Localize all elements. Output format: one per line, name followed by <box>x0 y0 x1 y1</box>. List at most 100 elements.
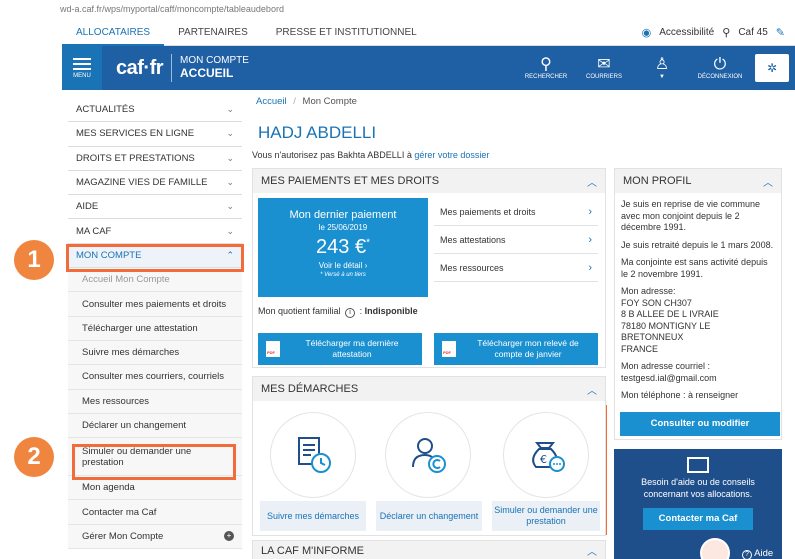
sidebar-item-magazine[interactable]: MAGAZINE VIES DE FAMILLE ⌄ <box>68 171 242 196</box>
email-label: Mon adresse courriel : <box>621 361 711 372</box>
accueil-label: ACCUEIL <box>180 65 234 80</box>
info-icon[interactable]: i <box>345 308 356 318</box>
breadcrumb-home[interactable]: Accueil <box>256 96 287 107</box>
republique-francaise-logo: ✲ <box>755 54 789 82</box>
link-label: Mes ressources <box>440 262 504 273</box>
sidebar-item-aide[interactable]: AIDE ⌄ <box>68 195 242 220</box>
chevron-up-icon: ︿ <box>587 547 597 558</box>
subitem-contacter[interactable]: Contacter ma Caf <box>68 500 242 525</box>
step-badge-1: 1 <box>14 240 54 280</box>
suivre-demarches-circle[interactable] <box>270 412 356 498</box>
accessibility-link[interactable]: Accessibilité <box>659 27 714 38</box>
paiements-title: MES PAIEMENTS ET MES DROITS <box>261 175 440 187</box>
simuler-prestation-circle[interactable]: € <box>503 412 589 498</box>
chevron-right-icon: › <box>588 205 592 218</box>
chevron-down-icon: ⌄ <box>226 177 234 188</box>
chevron-down-icon: ⌄ <box>226 152 234 163</box>
logout-button[interactable]: ⏻ DÉCONNEXION <box>691 46 749 90</box>
delegation-notice: Vous n'autorisez pas Bakhta ABDELLI à gé… <box>252 150 489 160</box>
chevron-down-icon: ⌄ <box>226 201 234 212</box>
subitem-demarches[interactable]: Suivre mes démarches <box>68 340 242 366</box>
subitem-attestation[interactable]: Télécharger une attestation <box>68 316 242 341</box>
last-payment-date: le 25/06/2019 <box>318 223 368 232</box>
payment-detail-label: Voir le détail <box>318 261 363 270</box>
logout-label: DÉCONNEXION <box>697 74 743 80</box>
header-icons: ⚲ RECHERCHER ✉ COURRIERS ♙ ▼ ⏻ DÉCONNEXI… <box>517 46 795 90</box>
simuler-prestation-label[interactable]: Simuler ou demander une prestation <box>492 501 600 531</box>
plus-circle-icon: + <box>224 531 234 542</box>
link-ressources[interactable]: Mes ressources › <box>434 254 598 282</box>
tab-presse[interactable]: PRESSE ET INSTITUTIONNEL <box>262 20 431 46</box>
sidebar-item-droits[interactable]: DROITS ET PRESTATIONS ⌄ <box>68 147 242 171</box>
sidebar-item-ma-caf[interactable]: MA CAF ⌄ <box>68 219 242 244</box>
address-label: Mon adresse: <box>621 286 676 297</box>
profil-title: MON PROFIL <box>623 175 692 187</box>
paiements-card-header[interactable]: MES PAIEMENTS ET MES DROITS ︿ <box>253 169 605 193</box>
address-line: FRANCE <box>621 343 659 354</box>
chat-bubble-icon <box>687 457 709 473</box>
aide-box: Besoin d'aide ou de conseils concernant … <box>614 449 782 559</box>
sidebar-item-label: ACTUALITÉS <box>76 104 135 116</box>
search-button[interactable]: ⚲ RECHERCHER <box>517 46 575 90</box>
pdf-icon <box>266 341 280 357</box>
pencil-icon[interactable]: ✎ <box>776 26 785 39</box>
subitem-ressources[interactable]: Mes ressources <box>68 389 242 414</box>
tab-allocataires[interactable]: ALLOCATAIRES <box>62 20 165 46</box>
menu-button[interactable]: MENU <box>62 46 102 90</box>
sidebar-item-label: DROITS ET PRESTATIONS <box>76 152 195 164</box>
aide-link-label: Aide <box>754 548 774 559</box>
profil-card-header[interactable]: MON PROFIL ︿ <box>615 169 781 193</box>
chevron-down-icon: ⌄ <box>226 104 234 115</box>
mail-icon: ✉ <box>597 56 611 73</box>
mail-button[interactable]: ✉ COURRIERS <box>575 46 633 90</box>
download-attestation-button[interactable]: Télécharger ma dernière attestation <box>258 333 422 365</box>
breadcrumb-separator: / <box>293 96 296 107</box>
payment-detail-link[interactable]: Voir le détail › <box>258 261 428 270</box>
sidebar-item-services[interactable]: MES SERVICES EN LIGNE ⌄ <box>68 122 242 147</box>
sidebar-item-label: MA CAF <box>76 225 112 237</box>
profil-body: Je suis en reprise de vie commune avec m… <box>615 193 781 414</box>
informe-card-header[interactable]: LA CAF M'INFORME ︿ <box>253 541 605 559</box>
link-attestations[interactable]: Mes attestations › <box>434 226 598 254</box>
profil-line: Ma conjointe est sans activité depuis le… <box>621 257 768 279</box>
sidebar-item-label: MES SERVICES EN LIGNE <box>76 128 195 140</box>
suivre-demarches-label[interactable]: Suivre mes démarches <box>260 501 366 531</box>
email-value: testgesd.ial@gmail.com <box>621 372 717 383</box>
download-releve-button[interactable]: Télécharger mon relevé de compte de janv… <box>434 333 598 365</box>
sidebar-item-actualites[interactable]: ACTUALITÉS ⌄ <box>68 98 242 123</box>
last-payment-amount: 243 €* <box>258 236 428 259</box>
demarches-card-header[interactable]: MES DÉMARCHES ︿ <box>253 377 605 401</box>
subitem-declarer[interactable]: Déclarer un changement <box>68 413 242 439</box>
subitem-gerer[interactable]: Gérer Mon Compte + <box>68 524 242 550</box>
tab-partenaires[interactable]: PARTENAIRES <box>164 20 262 46</box>
caf-logo[interactable]: caf·fr <box>102 57 171 80</box>
last-payment-block: Mon dernier paiement le 25/06/2019 243 €… <box>258 198 428 297</box>
user-icon: ♙ <box>654 56 670 73</box>
user-button[interactable]: ♙ ▼ <box>633 46 691 90</box>
svg-text:€: € <box>540 453 547 466</box>
declarer-changement-label[interactable]: Déclarer un changement <box>376 501 482 531</box>
search-label: RECHERCHER <box>524 74 568 80</box>
consulter-modifier-button[interactable]: Consulter ou modifier <box>620 412 780 436</box>
money-bag-icon: € <box>532 442 565 472</box>
subitem-paiements[interactable]: Consulter mes paiements et droits <box>68 292 242 317</box>
sidebar-item-label: AIDE <box>76 201 99 213</box>
aide-link[interactable]: ? Aide <box>742 548 773 559</box>
contacter-ma-caf-button[interactable]: Contacter ma Caf <box>643 508 753 531</box>
caf-location-link[interactable]: Caf 45 <box>738 27 767 38</box>
chevron-down-icon: ⌄ <box>226 225 234 236</box>
subitem-courriers[interactable]: Consulter mes courriers, courriels <box>68 365 242 390</box>
declarer-changement-circle[interactable] <box>385 412 471 498</box>
page-title: HADJ ABDELLI <box>258 123 377 142</box>
amount-value: 243 € <box>316 236 367 258</box>
aide-text: Besoin d'aide ou de conseils concernant … <box>641 477 755 499</box>
manage-dossier-link[interactable]: gérer votre dossier <box>414 150 489 160</box>
link-paiements-droits[interactable]: Mes paiements et droits › <box>434 198 598 226</box>
mail-label: COURRIERS <box>585 74 622 80</box>
quotient-value: Indisponible <box>364 306 418 316</box>
user-change-icon <box>412 438 446 473</box>
demarches-title: MES DÉMARCHES <box>261 383 359 395</box>
profil-line: Je suis retraité depuis le 1 mars 2008. <box>621 239 774 250</box>
paiements-links: Mes paiements et droits › Mes attestation… <box>434 198 598 282</box>
url-bar: wd-a.caf.fr/wps/myportal/caff/moncompte/… <box>0 0 795 20</box>
